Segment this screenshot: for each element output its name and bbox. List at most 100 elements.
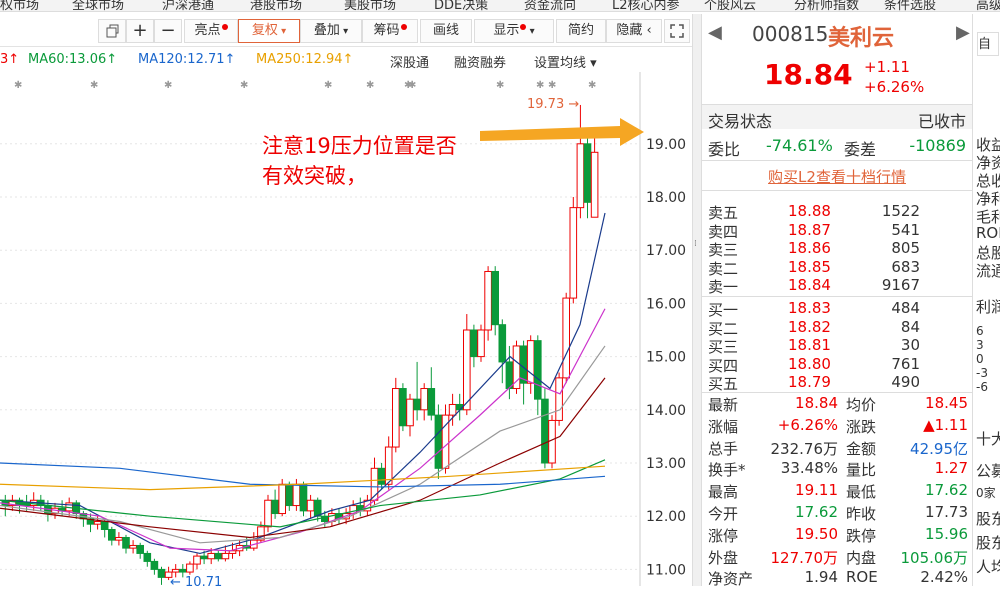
chart-link[interactable]: 设置均线 ▾ (534, 52, 597, 70)
candle-body[interactable] (200, 555, 208, 560)
event-marker-icon[interactable]: ✱ (366, 80, 374, 91)
top-nav-item[interactable]: DDE决策 (434, 0, 488, 11)
candle-body[interactable] (463, 329, 471, 411)
event-marker-icon[interactable]: ✱ (324, 80, 332, 91)
chart-link[interactable]: 深股通 (390, 52, 429, 70)
toolbar-button[interactable]: 画线 (420, 19, 472, 43)
panel-splitter[interactable]: ⁞ (692, 14, 702, 586)
buy-order-row[interactable]: 买一 18.83 484 (706, 299, 968, 319)
event-marker-icon[interactable]: ✱ (240, 80, 248, 91)
candle-body[interactable] (562, 297, 571, 379)
top-nav-item[interactable]: 全球市场 (72, 0, 124, 11)
l2-link[interactable]: 购买L2查看十档行情 (702, 166, 972, 187)
candle-body[interactable] (313, 499, 322, 517)
stat-row[interactable]: 净资产 1.94 ROE 2.42% (706, 568, 968, 588)
candle-body[interactable] (93, 521, 102, 525)
top-nav-item[interactable]: 美股市场 (344, 0, 396, 11)
candle-body[interactable] (136, 544, 144, 554)
candle-body[interactable] (399, 388, 407, 427)
chart-link[interactable]: 融资融券 (454, 52, 506, 70)
candle-body[interactable] (470, 329, 478, 358)
side-tab[interactable]: 自 (977, 32, 999, 56)
top-nav-item[interactable]: 权市场 (0, 0, 39, 11)
stat-row[interactable]: 换手* 33.48% 量比 1.27 (706, 459, 968, 479)
toolbar-button[interactable]: 隐藏 ‹ (606, 19, 662, 43)
candle-body[interactable] (292, 483, 301, 507)
stat-row[interactable]: 涨幅 +6.26% 涨跌 ▲1.11 (706, 416, 968, 436)
event-marker-icon[interactable]: ✱ (536, 80, 544, 91)
candle-body[interactable] (278, 483, 286, 515)
buy-order-row[interactable]: 买三 18.81 30 (706, 336, 968, 356)
buy-order-row[interactable]: 买二 18.82 84 (706, 318, 968, 338)
candle-body[interactable] (193, 555, 201, 565)
candle-body[interactable] (484, 270, 492, 331)
toolbar-button[interactable]: 复权 ▾ (238, 19, 300, 43)
candle-body[interactable] (512, 345, 521, 390)
candle-body[interactable] (576, 143, 585, 209)
toolbar-button[interactable]: 简约 (556, 19, 606, 43)
stat-row[interactable]: 涨停 19.50 跌停 15.96 (706, 525, 968, 545)
candle-body[interactable] (122, 536, 130, 549)
sell-order-row[interactable]: 卖四 18.87 541 (706, 221, 968, 241)
event-marker-icon[interactable]: ✱ (90, 80, 98, 91)
sell-order-row[interactable]: 卖一 18.84 9167 (706, 276, 968, 296)
candle-body[interactable] (214, 552, 223, 560)
candle-body[interactable] (477, 329, 485, 358)
candle-body[interactable] (406, 398, 414, 427)
top-nav-item[interactable]: 港股市场 (250, 0, 302, 11)
candlestick-chart[interactable]: ✱ ✱ ✱ ✱ ✱ ✱ ✱✱ ✱ ✱ ✱ ✱19.0018.0017.0016.0015.0014.… (0, 72, 692, 586)
candle-body[interactable] (264, 499, 272, 528)
minus-icon[interactable]: − (154, 19, 182, 43)
candle-body[interactable] (115, 536, 123, 541)
stat-row[interactable]: 外盘 127.70万 内盘 105.06万 (706, 547, 968, 567)
candle-body[interactable] (434, 414, 443, 469)
top-nav-item[interactable]: 沪深港通 (162, 0, 214, 11)
top-nav-item[interactable]: 分析师指数 (794, 0, 859, 11)
candle-body[interactable] (186, 563, 194, 573)
candle-body[interactable] (129, 544, 137, 549)
candle-body[interactable] (392, 388, 400, 448)
top-nav-item[interactable]: 资金流向 (524, 0, 576, 11)
event-marker-icon[interactable]: ✱ (496, 80, 504, 91)
candle-body[interactable] (143, 552, 152, 562)
candle-body[interactable] (526, 340, 535, 384)
plus-icon[interactable]: + (126, 19, 154, 43)
toolbar-button[interactable]: 显示 ▾ (474, 19, 554, 43)
candle-body[interactable] (427, 388, 436, 416)
toolbar-button[interactable]: 亮点 (184, 19, 238, 43)
restore-icon[interactable] (98, 19, 126, 43)
sell-order-row[interactable]: 卖五 18.88 1522 (706, 202, 968, 222)
candle-body[interactable] (534, 340, 542, 400)
candle-body[interactable] (505, 361, 514, 390)
candle-body[interactable] (271, 499, 279, 515)
buy-order-row[interactable]: 买四 18.80 761 (706, 355, 968, 375)
candle-body[interactable] (583, 143, 592, 203)
candle-body[interactable] (413, 398, 421, 411)
candle-body[interactable] (150, 560, 159, 570)
stat-row[interactable]: 今开 17.62 昨收 17.73 (706, 503, 968, 523)
candle-body[interactable] (548, 419, 556, 464)
candle-body[interactable] (519, 345, 528, 384)
candle-body[interactable] (179, 568, 187, 573)
top-nav-item[interactable]: L2核心内参 (612, 0, 680, 11)
candle-body[interactable] (491, 270, 499, 326)
event-marker-icon[interactable]: ✱ (548, 80, 556, 91)
candle-body[interactable] (569, 207, 578, 299)
stat-row[interactable]: 总手 232.76万 金额 42.95亿 (706, 438, 968, 458)
toolbar-button[interactable]: 叠加 ▾ (300, 19, 362, 43)
event-marker-icon[interactable]: ✱ (14, 80, 22, 91)
candle-body[interactable] (306, 499, 315, 512)
candle-body[interactable] (100, 521, 109, 531)
candle-body[interactable] (590, 151, 599, 218)
candle-body[interactable] (498, 324, 507, 363)
event-marker-icon[interactable]: ✱ (588, 80, 596, 91)
prev-stock-icon[interactable]: ◀ (708, 22, 722, 43)
candle-body[interactable] (377, 467, 386, 485)
top-nav-item[interactable]: 条件选股 (884, 0, 936, 11)
candle-body[interactable] (384, 446, 393, 485)
candle-body[interactable] (448, 403, 457, 416)
event-marker-icon[interactable]: ✱ (408, 80, 416, 91)
sell-order-row[interactable]: 卖三 18.86 805 (706, 239, 968, 259)
candle-body[interactable] (299, 483, 308, 512)
top-nav-item[interactable]: 高级 (976, 0, 1000, 11)
